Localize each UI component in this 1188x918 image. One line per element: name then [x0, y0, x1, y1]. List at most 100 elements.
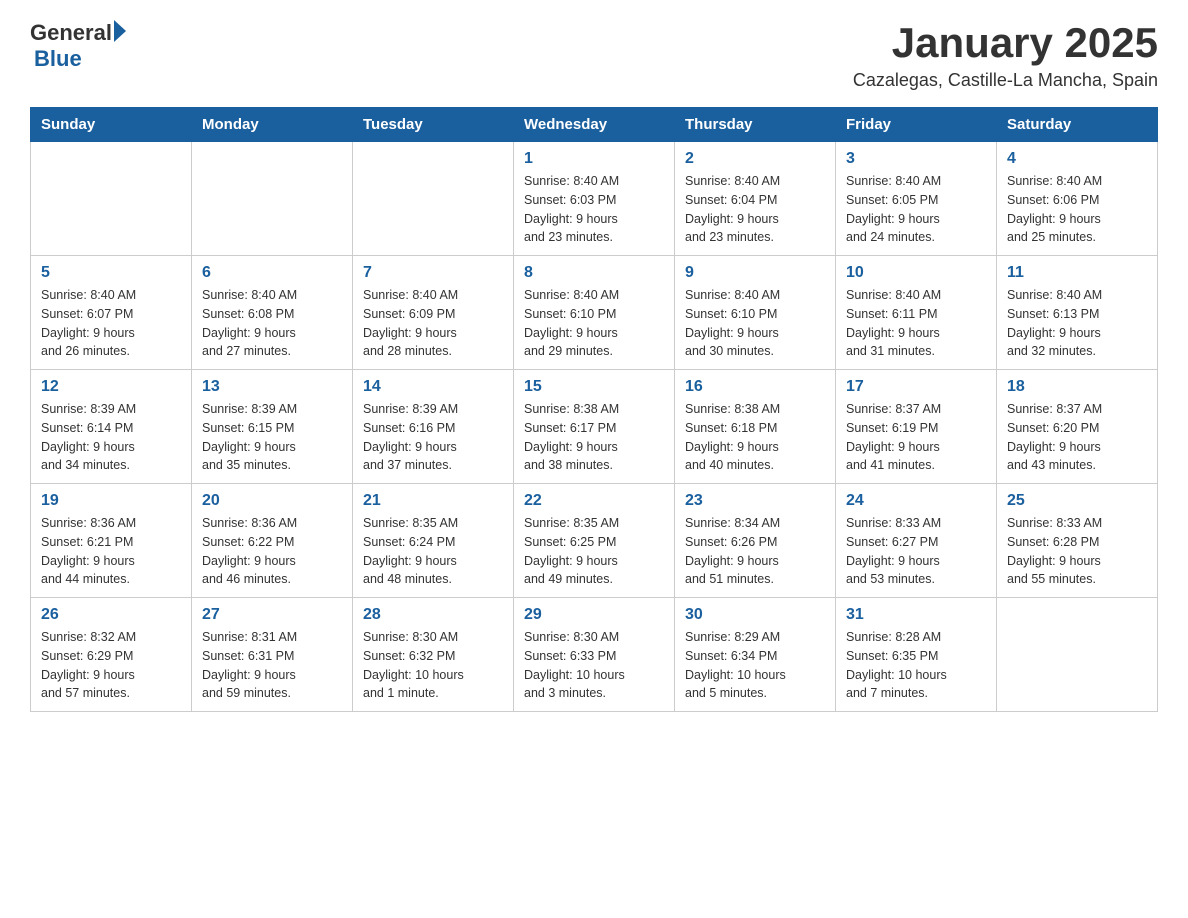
day-info: Sunrise: 8:40 AM Sunset: 6:11 PM Dayligh…	[846, 286, 986, 361]
page-header: General Blue January 2025 Cazalegas, Cas…	[30, 20, 1158, 91]
day-info: Sunrise: 8:30 AM Sunset: 6:32 PM Dayligh…	[363, 628, 503, 703]
day-number: 21	[363, 492, 503, 510]
day-info: Sunrise: 8:33 AM Sunset: 6:27 PM Dayligh…	[846, 514, 986, 589]
day-info: Sunrise: 8:40 AM Sunset: 6:06 PM Dayligh…	[1007, 172, 1147, 247]
day-number: 22	[524, 492, 664, 510]
day-number: 9	[685, 264, 825, 282]
calendar-cell: 5 Sunrise: 8:40 AM Sunset: 6:07 PM Daylig…	[31, 256, 192, 370]
day-info: Sunrise: 8:36 AM Sunset: 6:21 PM Dayligh…	[41, 514, 181, 589]
day-number: 30	[685, 606, 825, 624]
day-info: Sunrise: 8:30 AM Sunset: 6:33 PM Dayligh…	[524, 628, 664, 703]
day-number: 5	[41, 264, 181, 282]
calendar-week-3: 12 Sunrise: 8:39 AM Sunset: 6:14 PM Dayli…	[31, 370, 1158, 484]
calendar-header-row: SundayMondayTuesdayWednesdayThursdayFrid…	[31, 108, 1158, 142]
calendar-week-1: 1Sunrise: 8:40 AM Sunset: 6:03 PM Daylig…	[31, 142, 1158, 256]
day-number: 25	[1007, 492, 1147, 510]
calendar-cell: 22 Sunrise: 8:35 AM Sunset: 6:25 PM Dayli…	[514, 484, 675, 598]
day-info: Sunrise: 8:39 AM Sunset: 6:15 PM Dayligh…	[202, 400, 342, 475]
calendar-cell	[192, 142, 353, 256]
day-number: 10	[846, 264, 986, 282]
day-number: 3	[846, 150, 986, 168]
calendar-cell: 27Sunrise: 8:31 AM Sunset: 6:31 PM Dayli…	[192, 598, 353, 712]
day-number: 31	[846, 606, 986, 624]
calendar-cell: 25 Sunrise: 8:33 AM Sunset: 6:28 PM Dayli…	[997, 484, 1158, 598]
calendar-header-monday: Monday	[192, 108, 353, 142]
calendar-cell: 24Sunrise: 8:33 AM Sunset: 6:27 PM Dayli…	[836, 484, 997, 598]
day-info: Sunrise: 8:32 AM Sunset: 6:29 PM Dayligh…	[41, 628, 181, 703]
calendar-cell: 14Sunrise: 8:39 AM Sunset: 6:16 PM Dayli…	[353, 370, 514, 484]
page-title: January 2025	[853, 20, 1158, 66]
day-number: 23	[685, 492, 825, 510]
calendar-cell: 26 Sunrise: 8:32 AM Sunset: 6:29 PM Dayli…	[31, 598, 192, 712]
day-info: Sunrise: 8:38 AM Sunset: 6:18 PM Dayligh…	[685, 400, 825, 475]
logo-general-text: General	[30, 20, 112, 46]
day-number: 13	[202, 378, 342, 396]
calendar-table: SundayMondayTuesdayWednesdayThursdayFrid…	[30, 107, 1158, 712]
day-number: 2	[685, 150, 825, 168]
day-info: Sunrise: 8:40 AM Sunset: 6:04 PM Dayligh…	[685, 172, 825, 247]
day-info: Sunrise: 8:39 AM Sunset: 6:14 PM Dayligh…	[41, 400, 181, 475]
calendar-cell	[31, 142, 192, 256]
calendar-cell: 17 Sunrise: 8:37 AM Sunset: 6:19 PM Dayli…	[836, 370, 997, 484]
page-subtitle: Cazalegas, Castille-La Mancha, Spain	[853, 70, 1158, 91]
calendar-week-2: 5 Sunrise: 8:40 AM Sunset: 6:07 PM Daylig…	[31, 256, 1158, 370]
calendar-cell: 3 Sunrise: 8:40 AM Sunset: 6:05 PM Daylig…	[836, 142, 997, 256]
day-number: 29	[524, 606, 664, 624]
day-number: 6	[202, 264, 342, 282]
day-info: Sunrise: 8:38 AM Sunset: 6:17 PM Dayligh…	[524, 400, 664, 475]
title-section: January 2025 Cazalegas, Castille-La Manc…	[853, 20, 1158, 91]
calendar-header-thursday: Thursday	[675, 108, 836, 142]
calendar-header-wednesday: Wednesday	[514, 108, 675, 142]
day-info: Sunrise: 8:28 AM Sunset: 6:35 PM Dayligh…	[846, 628, 986, 703]
calendar-cell: 31 Sunrise: 8:28 AM Sunset: 6:35 PM Dayli…	[836, 598, 997, 712]
day-info: Sunrise: 8:40 AM Sunset: 6:13 PM Dayligh…	[1007, 286, 1147, 361]
day-number: 18	[1007, 378, 1147, 396]
calendar-cell: 12 Sunrise: 8:39 AM Sunset: 6:14 PM Dayli…	[31, 370, 192, 484]
day-info: Sunrise: 8:36 AM Sunset: 6:22 PM Dayligh…	[202, 514, 342, 589]
day-info: Sunrise: 8:29 AM Sunset: 6:34 PM Dayligh…	[685, 628, 825, 703]
calendar-cell: 23Sunrise: 8:34 AM Sunset: 6:26 PM Dayli…	[675, 484, 836, 598]
calendar-header-friday: Friday	[836, 108, 997, 142]
day-info: Sunrise: 8:40 AM Sunset: 6:05 PM Dayligh…	[846, 172, 986, 247]
day-number: 26	[41, 606, 181, 624]
day-info: Sunrise: 8:40 AM Sunset: 6:10 PM Dayligh…	[524, 286, 664, 361]
day-number: 11	[1007, 264, 1147, 282]
day-number: 15	[524, 378, 664, 396]
day-number: 28	[363, 606, 503, 624]
day-number: 17	[846, 378, 986, 396]
day-number: 14	[363, 378, 503, 396]
calendar-cell: 15 Sunrise: 8:38 AM Sunset: 6:17 PM Dayli…	[514, 370, 675, 484]
calendar-cell: 28 Sunrise: 8:30 AM Sunset: 6:32 PM Dayli…	[353, 598, 514, 712]
day-info: Sunrise: 8:40 AM Sunset: 6:07 PM Dayligh…	[41, 286, 181, 361]
calendar-cell: 4 Sunrise: 8:40 AM Sunset: 6:06 PM Daylig…	[997, 142, 1158, 256]
day-number: 1	[524, 150, 664, 168]
calendar-cell: 2 Sunrise: 8:40 AM Sunset: 6:04 PM Daylig…	[675, 142, 836, 256]
calendar-cell: 11 Sunrise: 8:40 AM Sunset: 6:13 PM Dayli…	[997, 256, 1158, 370]
calendar-week-4: 19 Sunrise: 8:36 AM Sunset: 6:21 PM Dayli…	[31, 484, 1158, 598]
logo-arrow-icon	[114, 20, 126, 42]
logo: General Blue	[30, 20, 126, 72]
calendar-cell: 19 Sunrise: 8:36 AM Sunset: 6:21 PM Dayli…	[31, 484, 192, 598]
calendar-header-sunday: Sunday	[31, 108, 192, 142]
day-number: 19	[41, 492, 181, 510]
day-number: 27	[202, 606, 342, 624]
day-number: 20	[202, 492, 342, 510]
day-info: Sunrise: 8:35 AM Sunset: 6:24 PM Dayligh…	[363, 514, 503, 589]
calendar-cell: 13 Sunrise: 8:39 AM Sunset: 6:15 PM Dayli…	[192, 370, 353, 484]
calendar-cell: 6Sunrise: 8:40 AM Sunset: 6:08 PM Daylig…	[192, 256, 353, 370]
day-info: Sunrise: 8:37 AM Sunset: 6:20 PM Dayligh…	[1007, 400, 1147, 475]
calendar-header-saturday: Saturday	[997, 108, 1158, 142]
day-info: Sunrise: 8:37 AM Sunset: 6:19 PM Dayligh…	[846, 400, 986, 475]
calendar-cell: 1Sunrise: 8:40 AM Sunset: 6:03 PM Daylig…	[514, 142, 675, 256]
day-number: 8	[524, 264, 664, 282]
day-info: Sunrise: 8:35 AM Sunset: 6:25 PM Dayligh…	[524, 514, 664, 589]
calendar-header-tuesday: Tuesday	[353, 108, 514, 142]
day-info: Sunrise: 8:40 AM Sunset: 6:09 PM Dayligh…	[363, 286, 503, 361]
day-info: Sunrise: 8:33 AM Sunset: 6:28 PM Dayligh…	[1007, 514, 1147, 589]
day-number: 4	[1007, 150, 1147, 168]
calendar-week-5: 26 Sunrise: 8:32 AM Sunset: 6:29 PM Dayli…	[31, 598, 1158, 712]
calendar-cell: 9Sunrise: 8:40 AM Sunset: 6:10 PM Daylig…	[675, 256, 836, 370]
calendar-cell	[353, 142, 514, 256]
calendar-cell: 30 Sunrise: 8:29 AM Sunset: 6:34 PM Dayli…	[675, 598, 836, 712]
day-number: 12	[41, 378, 181, 396]
